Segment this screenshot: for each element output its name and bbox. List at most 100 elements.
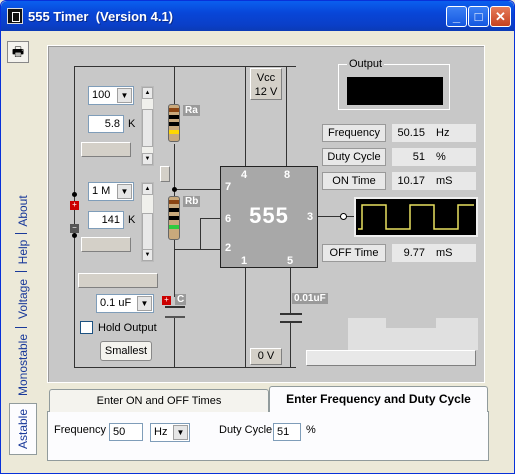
color-band <box>169 208 179 212</box>
junction-dot <box>72 192 77 197</box>
off-time-value: 9.77 <box>392 244 432 262</box>
hold-output-checkbox[interactable] <box>80 321 93 334</box>
wire <box>174 66 175 106</box>
capacitor-plate <box>280 313 302 315</box>
frequency-unit-select[interactable]: Hz ▼ <box>150 423 190 442</box>
scroll-thumb[interactable] <box>142 213 153 251</box>
color-band <box>169 216 179 220</box>
window-title: 555 Timer (Version 4.1) <box>28 9 173 24</box>
square-wave <box>358 204 474 230</box>
c-tag: C <box>175 294 187 305</box>
wire <box>174 189 220 190</box>
blank-box <box>160 166 170 182</box>
chevron-down-icon: ▼ <box>117 88 132 103</box>
output-label: Output <box>347 58 385 70</box>
tab-panel: Frequency 50 Hz ▼ Duty Cycle 51 % <box>47 411 489 461</box>
frequency-value: 50.15 <box>392 124 432 142</box>
app-icon <box>7 8 23 24</box>
wire <box>174 239 175 297</box>
vcc-value: 12 V <box>254 86 278 98</box>
tab-separator <box>15 271 27 272</box>
control-capacitor-tag: 0.01uF <box>292 293 328 304</box>
pin-label: 6 <box>225 213 232 225</box>
tab-monostable[interactable]: Monostable <box>9 329 37 401</box>
capacitor-plate <box>280 321 302 323</box>
wire <box>174 316 175 368</box>
rb-scrollbar[interactable]: ▲ ▼ <box>141 182 154 262</box>
color-band <box>169 130 179 134</box>
tab-voltage[interactable]: Voltage <box>9 273 37 325</box>
scroll-up-icon[interactable]: ▲ <box>142 183 153 195</box>
vcc-box: Vcc 12 V <box>250 68 282 100</box>
tab-on-off-times[interactable]: Enter ON and OFF Times <box>49 389 269 412</box>
rb-tag: Rb <box>183 196 201 207</box>
duty-cycle-input[interactable]: 51 <box>273 423 301 441</box>
tab-frequency-duty[interactable]: Enter Frequency and Duty Cycle <box>269 386 488 412</box>
frequency-label: Frequency <box>322 124 386 142</box>
on-time-unit: mS <box>432 172 476 190</box>
resistor-rb <box>168 196 180 240</box>
ground-label: 0 V <box>250 348 282 365</box>
duty-unit: % <box>306 424 316 436</box>
minimize-button[interactable]: _ <box>446 6 467 27</box>
vcc-label: Vcc <box>256 72 276 84</box>
plus-icon: + <box>162 296 171 305</box>
scroll-up-icon[interactable]: ▲ <box>142 87 153 99</box>
capacitor-plate <box>165 306 185 308</box>
printer-icon[interactable]: 🖶 <box>7 41 29 63</box>
plus-icon: + <box>70 201 79 210</box>
title-bar[interactable]: 555 Timer (Version 4.1) _ □ ✕ <box>1 1 514 31</box>
rb-blank-box <box>81 237 131 252</box>
color-band <box>169 108 179 112</box>
off-time-unit: mS <box>432 244 476 262</box>
chip-label: 555 <box>249 203 289 228</box>
wire <box>200 218 220 219</box>
maximize-button[interactable]: □ <box>468 6 489 27</box>
capacitor-select[interactable]: 0.1 uF ▼ <box>96 294 154 313</box>
timing-step <box>386 318 436 328</box>
ra-blank-box <box>81 142 131 157</box>
output-group: Output <box>338 58 450 110</box>
scroll-down-icon[interactable]: ▼ <box>142 249 153 261</box>
ra-unit: K <box>128 118 136 130</box>
tab-astable[interactable]: Astable <box>9 403 37 455</box>
wire <box>74 66 296 67</box>
rb-multiplier-select[interactable]: 1 M ▼ <box>88 182 134 201</box>
output-display <box>347 77 443 105</box>
pin-label: 7 <box>225 181 232 193</box>
scroll-thumb[interactable] <box>142 109 153 147</box>
color-band <box>169 115 179 119</box>
rb-unit: K <box>128 214 136 226</box>
wire <box>200 218 201 250</box>
tab-about[interactable]: About <box>9 191 37 231</box>
tab-separator <box>15 233 27 234</box>
wire <box>245 66 246 166</box>
tab-help[interactable]: Help <box>9 235 37 269</box>
pin-label: 5 <box>287 255 294 267</box>
output-terminal <box>340 213 347 220</box>
timer-555-chip: 555 7 4 8 6 3 2 1 5 <box>220 166 318 268</box>
side-tabs: About Help Voltage Monostable Astable <box>9 191 37 456</box>
wire <box>245 268 246 368</box>
smallest-button[interactable]: Smallest <box>100 341 152 361</box>
frequency-input[interactable]: 50 <box>109 423 143 441</box>
close-button[interactable]: ✕ <box>490 6 511 27</box>
wire <box>290 322 291 368</box>
blank-box <box>78 273 158 288</box>
duty-cycle-unit: % <box>432 148 476 166</box>
minus-icon: − <box>70 224 79 233</box>
scroll-down-icon[interactable]: ▼ <box>142 153 153 165</box>
wire <box>290 268 291 314</box>
chevron-down-icon: ▼ <box>173 425 188 440</box>
rb-value-field[interactable]: 141 <box>88 211 124 229</box>
pin-label: 1 <box>241 255 248 267</box>
pin-label: 3 <box>307 211 314 223</box>
ra-value-field[interactable]: 5.8 <box>88 115 124 133</box>
chevron-down-icon: ▼ <box>137 296 152 311</box>
ra-scrollbar[interactable]: ▲ ▼ <box>141 86 154 166</box>
wire <box>74 367 296 368</box>
ra-multiplier-select[interactable]: 100 ▼ <box>88 86 134 105</box>
tab-separator <box>15 327 27 328</box>
timing-graphic <box>348 318 478 350</box>
circuit-panel: 100 ▼ 5.8 K ▲ ▼ Ra + − 1 M ▼ 141 K ▲ ▼ R… <box>47 45 485 383</box>
